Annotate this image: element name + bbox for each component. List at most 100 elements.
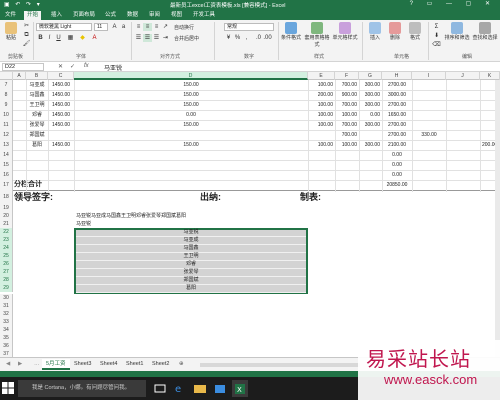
row-header[interactable]: 32: [0, 310, 13, 318]
list-item[interactable]: 马亚成: [76, 236, 306, 244]
cell[interactable]: 1450.00: [48, 140, 74, 150]
worksheet-grid[interactable]: A B C D E F G H I J K 7 马亚成 1450.00 150.00 1…: [0, 72, 500, 357]
cell[interactable]: 100.00: [308, 80, 335, 90]
cell[interactable]: 0.00: [359, 110, 382, 120]
shrink-font-icon[interactable]: a: [119, 23, 128, 31]
row-header[interactable]: 18: [0, 190, 13, 204]
cell[interactable]: 2700.00: [382, 80, 412, 90]
column-header[interactable]: C: [48, 72, 74, 80]
row-header[interactable]: 9: [0, 100, 13, 110]
next-sheet-icon[interactable]: ▶: [14, 359, 26, 370]
tab-data[interactable]: 数据: [124, 11, 141, 20]
row-header-selected[interactable]: 28: [0, 276, 13, 284]
cell[interactable]: 300.00: [359, 140, 382, 150]
row-header[interactable]: 19: [0, 204, 13, 212]
tab-file[interactable]: 文件: [2, 11, 19, 20]
column-header-selected[interactable]: D: [74, 72, 308, 80]
cell[interactable]: 马国鑫: [26, 90, 48, 100]
column-header[interactable]: G: [359, 72, 382, 80]
cell[interactable]: 1450.00: [48, 110, 74, 120]
cell[interactable]: 330.00: [412, 130, 446, 140]
sheet-tab[interactable]: Sheet4: [96, 359, 121, 370]
currency-icon[interactable]: ¥: [224, 34, 233, 42]
row-header[interactable]: 7: [0, 80, 13, 90]
insert-cells-button[interactable]: 插入: [366, 22, 384, 41]
row-header[interactable]: 35: [0, 334, 13, 342]
row-header-selected[interactable]: 22: [0, 228, 13, 236]
decrease-decimal-icon[interactable]: .00: [263, 34, 272, 42]
column-header[interactable]: H: [382, 72, 412, 80]
store-icon[interactable]: [212, 380, 228, 397]
cell[interactable]: 700.00: [335, 100, 359, 110]
cell[interactable]: 150.00: [74, 120, 308, 130]
column-header[interactable]: E: [308, 72, 335, 80]
row-header-selected[interactable]: 26: [0, 260, 13, 268]
font-color-icon[interactable]: A: [90, 34, 99, 42]
cell[interactable]: 邓睿: [26, 110, 48, 120]
cell[interactable]: 马亚成: [26, 80, 48, 90]
select-all-corner[interactable]: [0, 72, 13, 80]
font-size-combo[interactable]: 11: [94, 23, 108, 31]
column-header[interactable]: J: [446, 72, 480, 80]
conditional-format-button[interactable]: 条件格式: [281, 22, 301, 41]
fill-color-icon[interactable]: ◆: [78, 34, 87, 42]
underline-button[interactable]: U: [54, 34, 63, 42]
cell[interactable]: 1650.00: [382, 110, 412, 120]
column-header[interactable]: A: [13, 72, 26, 80]
italic-button[interactable]: I: [45, 34, 54, 42]
clear-icon[interactable]: ⌫: [432, 41, 441, 49]
cell[interactable]: 3000.00: [382, 90, 412, 100]
autosum-icon[interactable]: Σ: [432, 23, 441, 31]
sort-filter-button[interactable]: 排序和筛选: [444, 22, 470, 41]
row-header-selected[interactable]: 29: [0, 284, 13, 292]
horizontal-scrollbar[interactable]: [200, 363, 360, 367]
edge-icon[interactable]: e: [172, 380, 188, 397]
cell[interactable]: 1450.00: [48, 80, 74, 90]
sheet-tab[interactable]: Sheet3: [70, 359, 95, 370]
orientation-icon[interactable]: ↗: [161, 23, 170, 31]
format-as-table-button[interactable]: 套用表格格式: [304, 22, 330, 48]
percent-icon[interactable]: %: [233, 34, 242, 42]
list-item[interactable]: 马亚锐: [76, 228, 306, 236]
align-left-icon[interactable]: ☰: [134, 34, 143, 42]
row-header[interactable]: 16: [0, 170, 13, 180]
cell[interactable]: 200.00: [308, 90, 335, 100]
tab-developer[interactable]: 开发工具: [190, 11, 218, 20]
delete-cells-button[interactable]: 删除: [386, 22, 404, 41]
copy-icon[interactable]: ⧉: [22, 31, 31, 39]
row-header-selected[interactable]: 23: [0, 236, 13, 244]
grow-font-icon[interactable]: A: [110, 23, 119, 31]
cell[interactable]: 100.00: [335, 110, 359, 120]
merge-center-button[interactable]: 合并后居中: [174, 35, 208, 42]
tab-insert[interactable]: 插入: [48, 11, 65, 20]
sheet-tab-active[interactable]: 5月工资: [42, 359, 70, 370]
format-painter-icon[interactable]: 🖌: [22, 40, 31, 48]
cell[interactable]: 0.00: [74, 110, 308, 120]
row-header[interactable]: 10: [0, 110, 13, 120]
column-header[interactable]: I: [412, 72, 446, 80]
cell[interactable]: 0.00: [382, 170, 412, 180]
cell[interactable]: 0.00: [382, 150, 412, 160]
row-header[interactable]: 30: [0, 294, 13, 302]
row-header[interactable]: 17: [0, 180, 13, 190]
row-header[interactable]: 31: [0, 302, 13, 310]
list-item[interactable]: 马国鑫: [76, 244, 306, 252]
vertical-scrollbar[interactable]: [495, 80, 500, 357]
list-item[interactable]: 王卫明: [76, 252, 306, 260]
row-header[interactable]: 15: [0, 160, 13, 170]
formula-input[interactable]: 马亚锐: [104, 63, 122, 72]
cell[interactable]: 王卫明: [26, 100, 48, 110]
align-center-icon[interactable]: ☰: [143, 34, 152, 42]
tab-home[interactable]: 开始: [24, 11, 42, 20]
cortana-search-input[interactable]: 我是 Cortana，小娜。有问题尽管问我。: [18, 380, 146, 397]
increase-decimal-icon[interactable]: .0: [254, 34, 263, 42]
cell[interactable]: 150.00: [74, 80, 308, 90]
sheet-tab[interactable]: Sheet1: [122, 359, 147, 370]
window-controls[interactable]: ? ▭ — ▢ ✕: [410, 0, 496, 7]
cell[interactable]: 2700.00: [382, 130, 412, 140]
cell[interactable]: 2100.00: [382, 140, 412, 150]
column-header[interactable]: B: [26, 72, 48, 80]
cell[interactable]: 150.00: [74, 90, 308, 100]
confirm-icon[interactable]: ✓: [70, 63, 75, 70]
align-bottom-icon[interactable]: ≡: [152, 23, 161, 31]
